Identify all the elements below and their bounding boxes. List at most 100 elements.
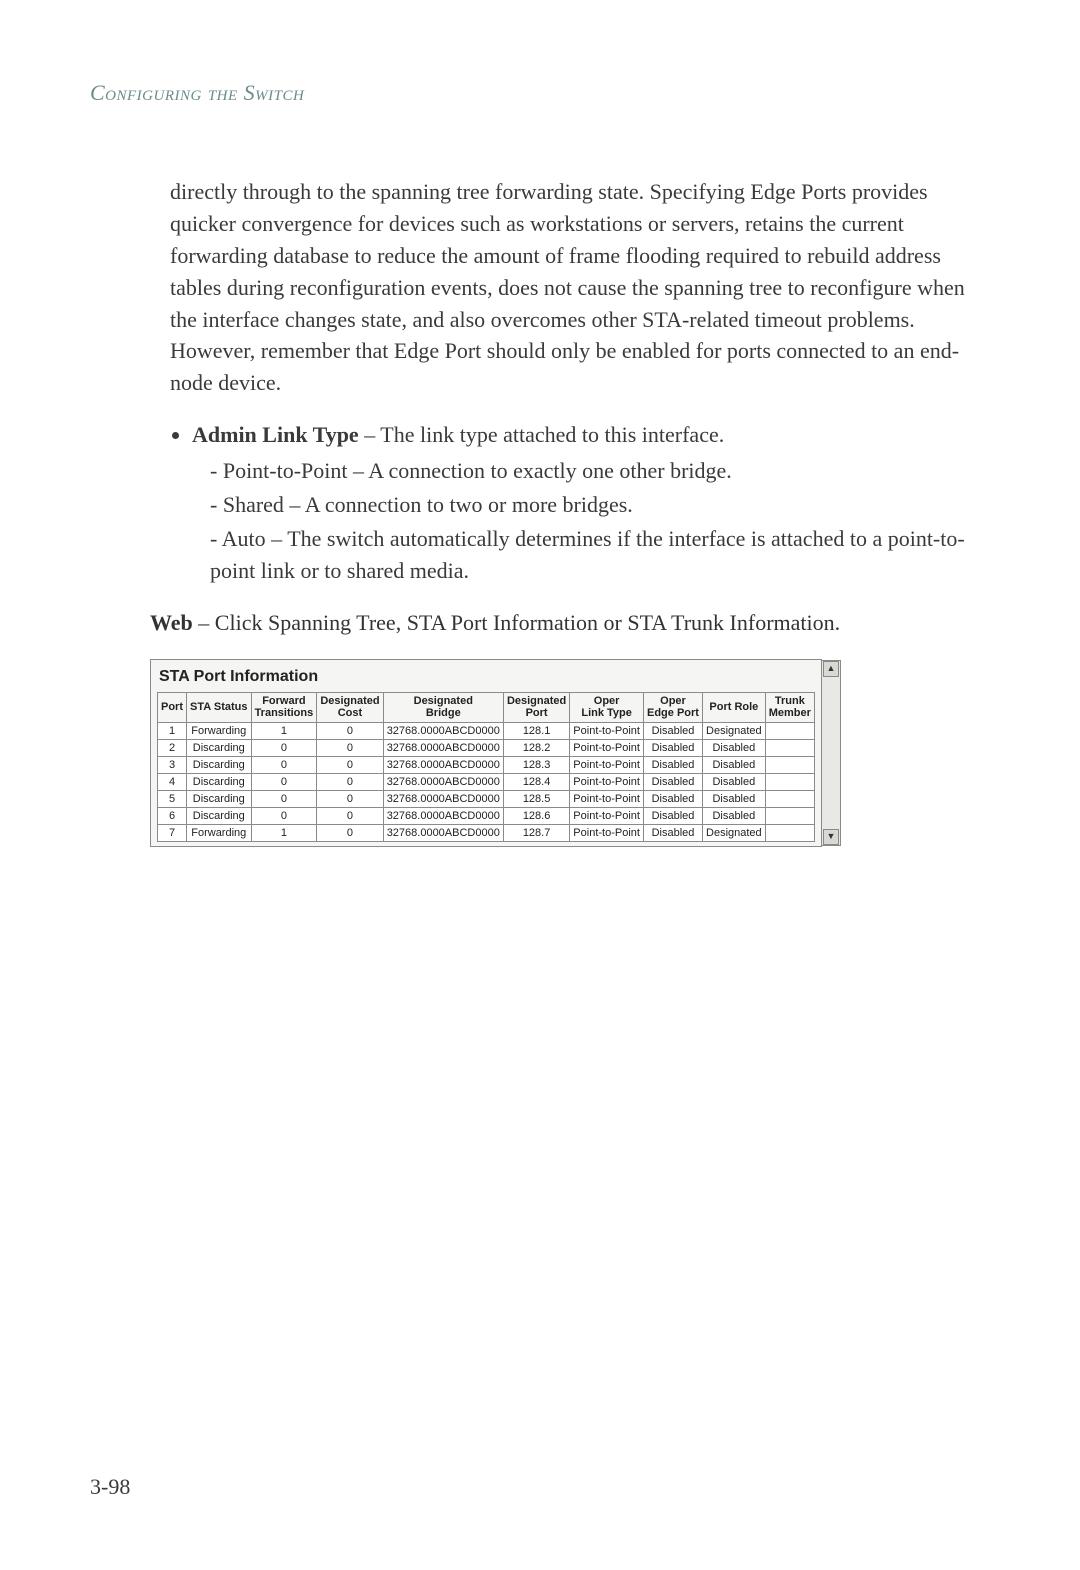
cell-db: 32768.0000ABCD0000 xyxy=(383,756,503,773)
cell-status: Forwarding xyxy=(187,722,252,739)
sta-port-info-panel: STA Port Information Port STA Status For… xyxy=(150,659,822,847)
cell-olt: Point-to-Point xyxy=(570,756,644,773)
cell-olt: Point-to-Point xyxy=(570,773,644,790)
table-row: 6Discarding0032768.0000ABCD0000128.6Poin… xyxy=(158,807,815,824)
sta-title: STA Port Information xyxy=(159,668,813,686)
sub-point-to-point: Point-to-Point – A connection to exactly… xyxy=(210,455,990,487)
cell-ft: 0 xyxy=(251,790,317,807)
cell-dc: 0 xyxy=(317,722,383,739)
cell-port: 5 xyxy=(158,790,187,807)
sub-shared: Shared – A connection to two or more bri… xyxy=(210,489,990,521)
cell-status: Discarding xyxy=(187,790,252,807)
cell-oep: Disabled xyxy=(643,739,702,756)
cell-dc: 0 xyxy=(317,739,383,756)
running-head-text: Configuring the Switch xyxy=(90,80,304,105)
cell-db: 32768.0000ABCD0000 xyxy=(383,807,503,824)
cell-ft: 0 xyxy=(251,773,317,790)
cell-trunk xyxy=(765,773,814,790)
cell-dc: 0 xyxy=(317,824,383,841)
cell-oep: Disabled xyxy=(643,722,702,739)
col-oper-link-type: OperLink Type xyxy=(570,692,644,722)
intro-paragraph: directly through to the spanning tree fo… xyxy=(170,176,990,399)
admin-link-type-label: Admin Link Type xyxy=(192,422,359,447)
cell-status: Forwarding xyxy=(187,824,252,841)
table-row: 1Forwarding1032768.0000ABCD0000128.1Poin… xyxy=(158,722,815,739)
cell-role: Disabled xyxy=(702,807,765,824)
cell-role: Designated xyxy=(702,824,765,841)
cell-dp: 128.6 xyxy=(503,807,569,824)
cell-status: Discarding xyxy=(187,807,252,824)
cell-port: 4 xyxy=(158,773,187,790)
cell-oep: Disabled xyxy=(643,824,702,841)
admin-link-type-sublist: Point-to-Point – A connection to exactly… xyxy=(192,455,990,587)
col-oper-edge-port: OperEdge Port xyxy=(643,692,702,722)
cell-db: 32768.0000ABCD0000 xyxy=(383,790,503,807)
cell-ft: 1 xyxy=(251,824,317,841)
cell-status: Discarding xyxy=(187,773,252,790)
cell-trunk xyxy=(765,756,814,773)
col-designated-cost: DesignatedCost xyxy=(317,692,383,722)
scrollbar[interactable]: ▲ ▼ xyxy=(822,660,841,846)
web-text: – Click Spanning Tree, STA Port Informat… xyxy=(193,610,840,635)
cell-role: Disabled xyxy=(702,756,765,773)
table-row: 2Discarding0032768.0000ABCD0000128.2Poin… xyxy=(158,739,815,756)
cell-olt: Point-to-Point xyxy=(570,790,644,807)
col-designated-bridge: DesignatedBridge xyxy=(383,692,503,722)
cell-olt: Point-to-Point xyxy=(570,739,644,756)
table-row: 7Forwarding1032768.0000ABCD0000128.7Poin… xyxy=(158,824,815,841)
col-designated-port: DesignatedPort xyxy=(503,692,569,722)
cell-role: Designated xyxy=(702,722,765,739)
sub-auto: Auto – The switch automatically determin… xyxy=(210,523,990,587)
cell-olt: Point-to-Point xyxy=(570,824,644,841)
admin-link-type-list: Admin Link Type – The link type attached… xyxy=(170,419,990,586)
cell-role: Disabled xyxy=(702,739,765,756)
cell-status: Discarding xyxy=(187,739,252,756)
admin-link-type-desc: – The link type attached to this interfa… xyxy=(359,422,725,447)
cell-role: Disabled xyxy=(702,790,765,807)
cell-dc: 0 xyxy=(317,790,383,807)
cell-trunk xyxy=(765,790,814,807)
running-head: Configuring the Switch xyxy=(90,80,990,106)
cell-role: Disabled xyxy=(702,773,765,790)
web-instruction: Web – Click Spanning Tree, STA Port Info… xyxy=(150,607,990,639)
cell-port: 6 xyxy=(158,807,187,824)
table-row: 4Discarding0032768.0000ABCD0000128.4Poin… xyxy=(158,773,815,790)
cell-db: 32768.0000ABCD0000 xyxy=(383,773,503,790)
cell-trunk xyxy=(765,739,814,756)
cell-status: Discarding xyxy=(187,756,252,773)
page-number: 3-98 xyxy=(90,1474,130,1500)
cell-trunk xyxy=(765,824,814,841)
cell-ft: 0 xyxy=(251,807,317,824)
cell-port: 3 xyxy=(158,756,187,773)
col-port-role: Port Role xyxy=(702,692,765,722)
cell-dp: 128.3 xyxy=(503,756,569,773)
cell-olt: Point-to-Point xyxy=(570,807,644,824)
scroll-down-icon[interactable]: ▼ xyxy=(823,829,839,845)
cell-dp: 128.5 xyxy=(503,790,569,807)
cell-dp: 128.7 xyxy=(503,824,569,841)
col-sta-status: STA Status xyxy=(187,692,252,722)
cell-ft: 0 xyxy=(251,739,317,756)
cell-oep: Disabled xyxy=(643,756,702,773)
cell-oep: Disabled xyxy=(643,807,702,824)
table-row: 3Discarding0032768.0000ABCD0000128.3Poin… xyxy=(158,756,815,773)
cell-trunk xyxy=(765,807,814,824)
cell-dp: 128.2 xyxy=(503,739,569,756)
cell-dp: 128.4 xyxy=(503,773,569,790)
cell-port: 1 xyxy=(158,722,187,739)
cell-db: 32768.0000ABCD0000 xyxy=(383,739,503,756)
cell-ft: 1 xyxy=(251,722,317,739)
scroll-up-icon[interactable]: ▲ xyxy=(823,661,839,677)
sta-header-row: Port STA Status ForwardTransitions Desig… xyxy=(158,692,815,722)
cell-db: 32768.0000ABCD0000 xyxy=(383,722,503,739)
cell-db: 32768.0000ABCD0000 xyxy=(383,824,503,841)
cell-dp: 128.1 xyxy=(503,722,569,739)
col-port: Port xyxy=(158,692,187,722)
web-label: Web xyxy=(150,610,193,635)
cell-ft: 0 xyxy=(251,756,317,773)
cell-olt: Point-to-Point xyxy=(570,722,644,739)
table-row: 5Discarding0032768.0000ABCD0000128.5Poin… xyxy=(158,790,815,807)
cell-trunk xyxy=(765,722,814,739)
cell-oep: Disabled xyxy=(643,773,702,790)
admin-link-type-item: Admin Link Type – The link type attached… xyxy=(192,419,990,586)
